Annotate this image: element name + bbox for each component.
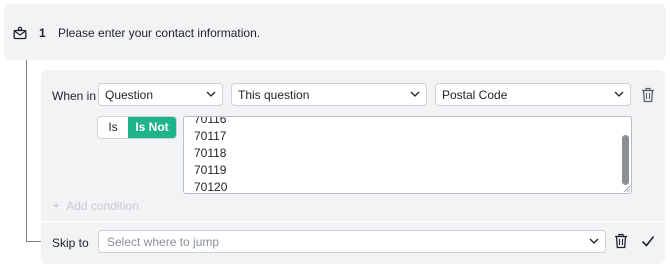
- chevron-down-icon: [410, 91, 420, 97]
- target-select[interactable]: This question: [231, 83, 427, 106]
- chevron-down-icon: [589, 238, 599, 244]
- skip-to-select[interactable]: Select where to jump: [98, 230, 606, 253]
- chevron-down-icon: [614, 91, 624, 97]
- skip-to-placeholder: Select where to jump: [107, 235, 220, 249]
- field-select-value: Postal Code: [442, 88, 508, 102]
- plus-icon: +: [52, 197, 61, 213]
- target-select-value: This question: [238, 88, 310, 102]
- field-select[interactable]: Postal Code: [435, 83, 631, 106]
- question-card[interactable]: 1 Please enter your contact information.: [4, 4, 666, 60]
- list-item: 70117: [194, 129, 227, 143]
- source-select[interactable]: Question: [98, 83, 223, 106]
- list-item: 70120: [194, 180, 228, 194]
- values-textarea[interactable]: 70116 70117 70118 70119 70120: [183, 116, 632, 194]
- envelope-user-icon: [13, 26, 27, 40]
- list-item: 70118: [194, 146, 227, 160]
- trash-icon[interactable]: [641, 87, 655, 103]
- skip-to-label: Skip to: [52, 236, 89, 250]
- question-text: Please enter your contact information.: [58, 26, 261, 40]
- trash-icon[interactable]: [614, 233, 628, 249]
- chevron-down-icon: [206, 91, 216, 97]
- list-item: 70119: [194, 163, 227, 177]
- add-condition-label: Add condition: [66, 199, 139, 213]
- add-condition-button[interactable]: + Add condition: [52, 197, 139, 213]
- question-number: 1: [39, 26, 46, 40]
- scrollbar-thumb[interactable]: [622, 135, 629, 185]
- source-select-value: Question: [105, 88, 154, 102]
- list-item: 70116: [194, 116, 227, 126]
- operator-toggle[interactable]: Is Is Not: [97, 116, 177, 139]
- connector-line-horizontal: [26, 241, 42, 242]
- resize-handle-icon[interactable]: [624, 186, 630, 192]
- divider: [41, 221, 665, 222]
- operator-is-not[interactable]: Is Not: [128, 117, 176, 138]
- when-in-label: When in: [52, 89, 97, 103]
- connector-line: [26, 60, 27, 242]
- operator-is[interactable]: Is: [98, 117, 128, 138]
- check-icon[interactable]: [641, 234, 655, 248]
